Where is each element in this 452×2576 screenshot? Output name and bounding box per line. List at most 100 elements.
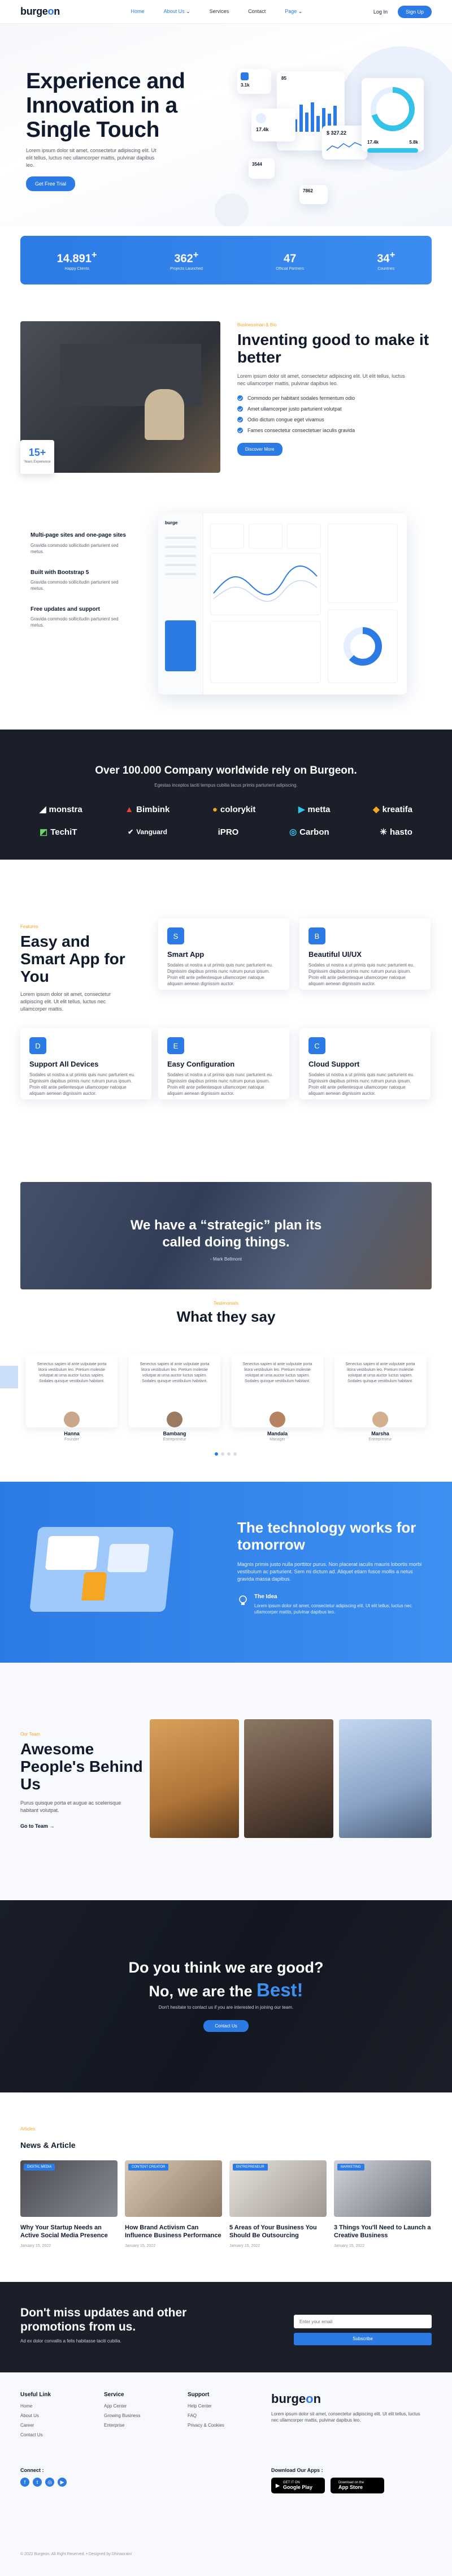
carousel-dot[interactable]	[233, 1452, 237, 1456]
stat-item: 14.891+ Happy Clients	[57, 249, 97, 271]
article-card[interactable]: CONTENT CREATOR How Brand Activism Can I…	[125, 2160, 222, 2248]
feature-card-config: E Easy Configuration Sodales ut nostra a…	[158, 1028, 289, 1099]
google-play-button[interactable]: ▶ GET IT ON Google Play	[271, 2478, 325, 2493]
dash-stat-card: 17.4k	[251, 109, 295, 141]
section-text: Purus quisque porta et augue ac sceleris…	[20, 1800, 121, 1813]
lightbulb-icon	[237, 1595, 249, 1606]
footer-link[interactable]: Enterprise	[104, 2423, 140, 2428]
check-icon	[237, 428, 243, 433]
feature-list-text: Gravida commodo sollicitudin parturient …	[31, 616, 119, 628]
dash-value: 3.1k	[241, 83, 250, 88]
stat-number: 14.891	[56, 252, 92, 265]
stat-item: 362+ Projects Launched	[170, 249, 203, 271]
footer-link[interactable]: Help Center	[188, 2404, 224, 2409]
colorykit-icon: ●	[212, 804, 218, 814]
footer-link[interactable]: Contact Us	[20, 2432, 51, 2437]
carbon-icon: ◎	[289, 827, 297, 837]
testimonial-person: Mandala Manager	[244, 1412, 311, 1442]
article-title[interactable]: Why Your Startup Needs an Active Social …	[20, 2224, 118, 2240]
stat-label: Happy Clients	[64, 266, 89, 271]
team-intro: Our Team Awesome People's Behind Us Puru…	[20, 1732, 145, 1829]
check-icon	[237, 406, 243, 412]
tech-text: Magnis primis justo nulla porttitor puru…	[237, 1561, 422, 1582]
stat-plus: +	[193, 249, 199, 261]
chevron-down-icon: ⌄	[298, 8, 303, 14]
stat-number: 34	[377, 252, 390, 265]
person-role: Entrepreneur	[368, 1438, 392, 1442]
feature-list-title: Built with Bootstrap 5	[31, 569, 89, 576]
bullet-item: Odio dictum congue eget vivamus	[237, 417, 429, 422]
stat-label: Countries	[377, 266, 395, 271]
signup-button[interactable]: Sign Up	[397, 5, 432, 18]
photo-person	[145, 389, 184, 440]
footer-link[interactable]: App Center	[104, 2404, 140, 2409]
login-link[interactable]: Log In	[373, 9, 388, 15]
article-card[interactable]: MARKETING 3 Things You'll Need to Launch…	[334, 2160, 431, 2248]
footer-about-text: Lorem ipsum dolor sit amet, consectetur …	[271, 2411, 420, 2423]
carousel-dot[interactable]	[221, 1452, 224, 1456]
person-role: Entrepreneur	[163, 1438, 186, 1442]
footer-link[interactable]: About Us	[20, 2413, 51, 2418]
gplay-label: Google Play	[282, 2484, 312, 2490]
nav-contact[interactable]: Contact	[248, 8, 266, 15]
twitter-icon[interactable]: t	[33, 2478, 42, 2487]
stat-item: 47 Official Partners	[276, 249, 304, 271]
logo[interactable]: burgeon	[20, 6, 60, 18]
article-title[interactable]: 3 Things You'll Need to Launch a Creativ…	[334, 2224, 431, 2240]
team-photo	[244, 1719, 333, 1838]
team-section: Our Team Awesome People's Behind Us Puru…	[0, 1663, 452, 1900]
decor-square	[0, 1366, 18, 1388]
bullet-item: Commodo per habitant sodales fermentum o…	[237, 395, 429, 401]
line-chart-graphic	[213, 565, 318, 602]
article-card[interactable]: DIGITAL MEDIA Why Your Startup Needs an …	[20, 2160, 118, 2248]
monstra-icon: ◢	[40, 805, 46, 814]
article-title[interactable]: How Brand Activism Can Influence Busines…	[125, 2224, 222, 2240]
footer-link[interactable]: FAQ	[188, 2413, 224, 2418]
app-store-button[interactable]: Download on the App Store	[331, 2478, 384, 2493]
contact-us-button[interactable]: Contact Us	[203, 2020, 249, 2032]
feature-card-cloud: C Cloud Support Sodales ut nostra a ut p…	[299, 1028, 431, 1099]
instagram-icon[interactable]: ◎	[45, 2478, 54, 2487]
article-title[interactable]: 5 Areas of Your Business You Should Be O…	[229, 2224, 327, 2240]
subscribe-button[interactable]: Subscribe	[294, 2333, 432, 2345]
footer-link[interactable]: Growing Business	[104, 2413, 140, 2418]
bullet-text: Amet ullamcorper justo parturient volutp…	[247, 406, 342, 412]
dash-value: 5.8k	[409, 140, 418, 145]
donut-chart-graphic	[344, 627, 382, 666]
cloud-icon: C	[308, 1037, 325, 1054]
carousel-dot-active[interactable]	[215, 1452, 218, 1456]
avatar	[167, 1412, 182, 1427]
discover-more-button[interactable]: Discover More	[237, 443, 282, 456]
section-title: Easy and Smart App for You	[20, 933, 125, 985]
stat-number: 47	[283, 252, 297, 265]
free-trial-button[interactable]: Get Free Trial	[26, 176, 76, 191]
footer-col-service: Service App Center Growing Business Ente…	[104, 2392, 140, 2432]
services-intro: Features Easy and Smart App for You Lore…	[20, 924, 133, 1013]
brand-logo-monstra: ◢ monstra	[40, 804, 82, 815]
nav-home[interactable]: Home	[131, 8, 145, 15]
footer-link[interactable]: Career	[20, 2423, 51, 2428]
article-card[interactable]: ENTREPRENEUR 5 Areas of Your Business Yo…	[229, 2160, 327, 2248]
badge-number: 15+	[28, 447, 46, 458]
avatar	[372, 1412, 388, 1427]
bullet-text: Commodo per habitant sodales fermentum o…	[247, 395, 355, 401]
carousel-dot[interactable]	[227, 1452, 231, 1456]
footer-link[interactable]: Privacy & Cookies	[188, 2423, 224, 2428]
youtube-icon[interactable]: ▶	[58, 2478, 67, 2487]
article-tag: DIGITAL MEDIA	[24, 2164, 55, 2171]
tech-feature-text: Lorem ipsum dolor sit amet, consectetur …	[254, 1603, 412, 1615]
dash-money-card: $ 327.22	[322, 126, 367, 159]
nav-about[interactable]: About Us ⌄	[164, 8, 190, 15]
donut-chart-graphic	[371, 87, 415, 131]
newsletter-email-input[interactable]	[294, 2315, 432, 2328]
footer-logo[interactable]: burgeon	[271, 2392, 424, 2406]
facebook-icon[interactable]: f	[20, 2478, 29, 2487]
brand-name: Vanguard	[136, 828, 167, 836]
feature-card-devices: D Support All Devices Sodales ut nostra …	[20, 1028, 151, 1099]
hero-text: Lorem ipsum dolor sit amet, consectetur …	[26, 148, 157, 168]
go-to-team-link[interactable]: Go to Team →	[20, 1823, 145, 1829]
nav-page[interactable]: Page ⌄	[285, 8, 302, 15]
nav-services[interactable]: Services	[210, 8, 229, 15]
stat-plus: +	[389, 249, 395, 261]
footer-link[interactable]: Home	[20, 2404, 51, 2409]
